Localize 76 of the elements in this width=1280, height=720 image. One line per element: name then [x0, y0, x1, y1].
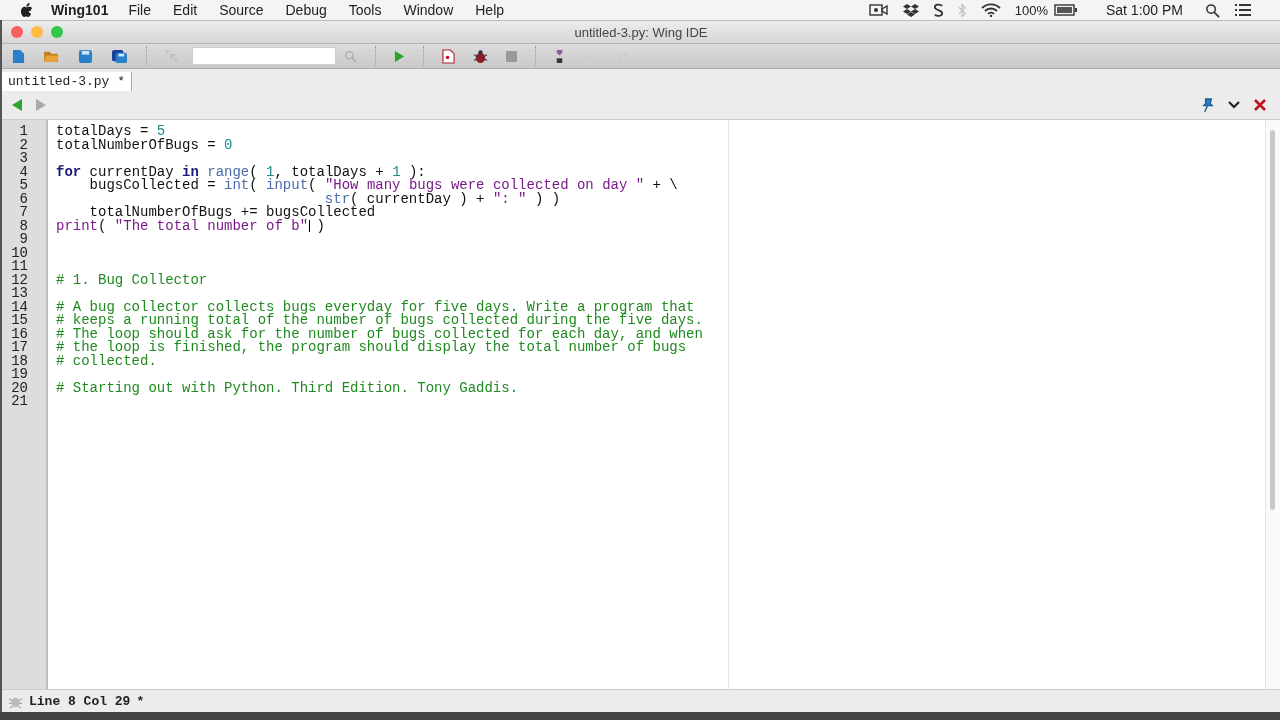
- line-number: 18: [11, 354, 28, 368]
- menu-item[interactable]: Edit: [173, 2, 198, 18]
- cursor-position: Line 8 Col 29: [29, 693, 131, 709]
- close-button[interactable]: [11, 26, 23, 38]
- zoom-button[interactable]: [51, 26, 63, 38]
- apple-icon[interactable]: [20, 2, 33, 18]
- code-line: bugsCollected = int( input( "How many bugs were collected on day " + \: [88, 179, 678, 193]
- line-number: 15: [11, 314, 28, 328]
- bug-icon[interactable]: [473, 48, 488, 64]
- forward-arrow-icon[interactable]: [36, 99, 46, 111]
- menu-item[interactable]: Debug: [285, 2, 327, 18]
- code-line: # the loop is finished, the program should display the total number of bugs: [56, 341, 687, 355]
- folder-icon[interactable]: [43, 49, 60, 63]
- line-number: 13: [11, 287, 28, 301]
- save-icon[interactable]: [78, 48, 93, 64]
- battery-percentage: 100%: [1014, 2, 1048, 18]
- box-icon[interactable]: [902, 3, 919, 17]
- close-icon[interactable]: [1254, 99, 1266, 111]
- stop-icon[interactable]: [506, 50, 517, 62]
- line-number: 20: [11, 381, 28, 395]
- save-all-icon[interactable]: [111, 48, 128, 64]
- line-number: 10: [11, 246, 28, 260]
- code-line: # keeps a running total of the number of bugs collected during the five days.: [56, 314, 703, 328]
- step-into-icon[interactable]: [554, 48, 565, 64]
- menu-item[interactable]: Window: [403, 2, 454, 18]
- line-number: 19: [11, 368, 28, 382]
- code-line: # 1. Bug Collector: [56, 273, 208, 287]
- code-line: print( "The total number of b" ): [56, 219, 325, 233]
- modified-indicator: *: [136, 693, 145, 709]
- chevron-down-icon[interactable]: [1228, 101, 1240, 109]
- code-line: # A bug collector collects bugs everyday for five days. Write a program that: [56, 300, 695, 314]
- app-menu[interactable]: Wing101: [51, 2, 109, 18]
- battery-icon[interactable]: [1053, 4, 1078, 16]
- run-icon[interactable]: [394, 49, 405, 63]
- window-title: untitled-3.py: Wing IDE: [573, 24, 709, 40]
- line-number: 11: [11, 260, 28, 274]
- camera-icon[interactable]: [868, 3, 889, 17]
- search-icon[interactable]: [1205, 2, 1220, 18]
- list-icon[interactable]: [1234, 3, 1252, 17]
- line-number: 8: [19, 219, 28, 233]
- line-number: 4: [19, 165, 28, 179]
- menu-item[interactable]: Source: [219, 2, 264, 18]
- new-file-icon[interactable]: [12, 48, 25, 64]
- code-line: # The loop should ask for the number of bugs collected for each day, and when: [56, 327, 703, 341]
- scrollbar-thumb[interactable]: [1270, 130, 1275, 510]
- line-number: 12: [11, 273, 28, 287]
- line-number: 5: [19, 179, 28, 193]
- clock: Sat 1:00 PM: [1105, 2, 1183, 18]
- line-number: 1: [19, 125, 28, 139]
- bluetooth-icon[interactable]: [957, 2, 967, 18]
- menu-item[interactable]: Tools: [348, 2, 382, 18]
- line-number: 3: [19, 152, 28, 166]
- line-number: 6: [19, 192, 28, 206]
- menu-item[interactable]: File: [128, 2, 151, 18]
- code-line: totalNumberOfBugs = 0: [56, 138, 233, 152]
- pin-icon[interactable]: [1201, 97, 1214, 113]
- code-line: str( currentDay ) + ": " ) ): [324, 192, 561, 206]
- code-line: totalNumberOfBugs += bugsCollected: [89, 206, 376, 220]
- menu-item[interactable]: Help: [475, 2, 505, 18]
- line-number: 21: [11, 395, 28, 409]
- s-logo-icon[interactable]: [932, 2, 944, 18]
- line-number: 17: [11, 341, 28, 355]
- line-number: 14: [11, 300, 28, 314]
- line-number: 9: [19, 233, 28, 247]
- wifi-icon[interactable]: [980, 3, 1001, 17]
- line-number: 16: [11, 327, 28, 341]
- code-line: totalDays = 5: [56, 125, 166, 139]
- search-field[interactable]: [192, 47, 336, 65]
- code-line: for currentDay in range( 1, totalDays + 1 ):: [56, 165, 426, 179]
- code-line: # collected.: [56, 354, 157, 368]
- file-tab[interactable]: untitled-3.py *: [2, 72, 133, 91]
- code-line: # Starting out with Python. Third Edition. Tony Gaddis.: [56, 381, 519, 395]
- line-number: 2: [19, 138, 28, 152]
- breakpoint-icon[interactable]: [442, 48, 455, 64]
- line-number: 7: [19, 206, 28, 220]
- back-arrow-icon[interactable]: [12, 99, 22, 111]
